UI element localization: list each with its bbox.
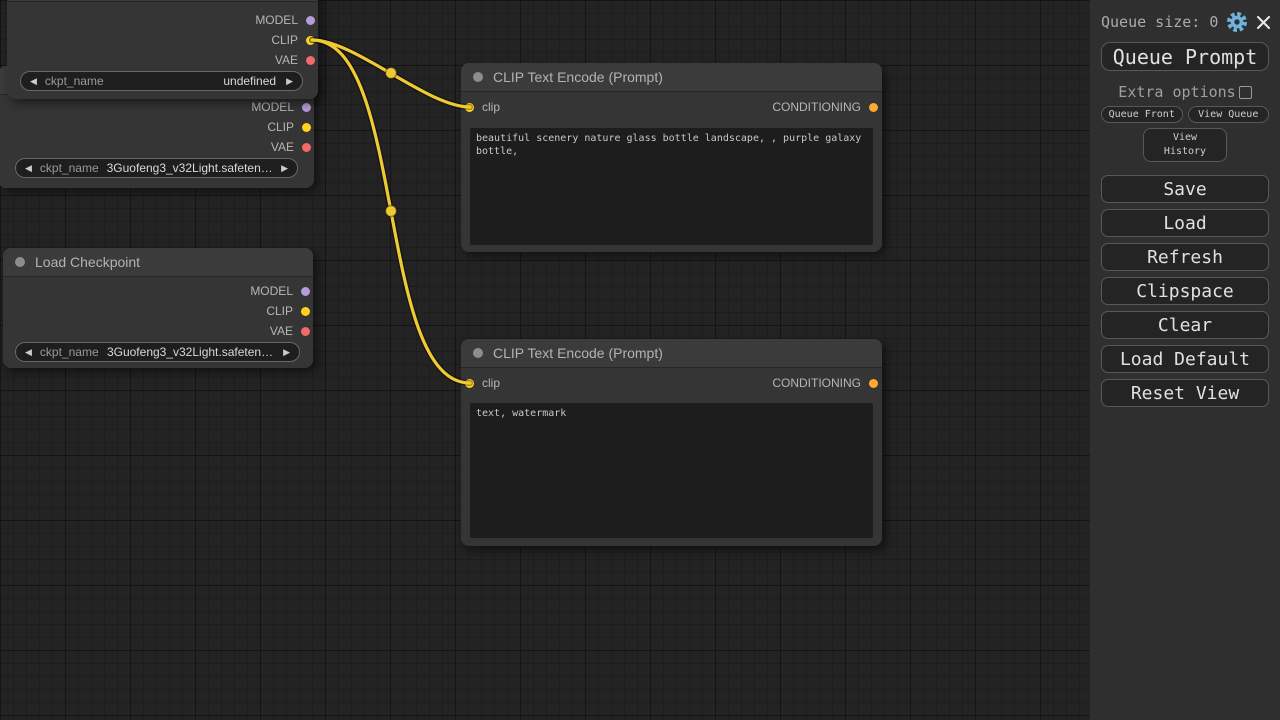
output-slot-clip[interactable]: CLIP [7,30,318,50]
clip-output-dot[interactable] [306,36,315,45]
vae-output-dot[interactable] [302,143,311,152]
output-slot-vae[interactable]: VAE [3,321,313,341]
prompt-textarea[interactable]: text, watermark [470,403,873,538]
output-slot-model[interactable]: MODEL [7,10,318,30]
node-title-bar[interactable]: Load Checkpoint [3,248,313,277]
clip-output-dot[interactable] [301,307,310,316]
combo-left-arrow-icon[interactable]: ◀ [30,77,37,86]
view-queue-button[interactable]: View Queue [1188,106,1270,123]
load-button[interactable]: Load [1101,209,1269,237]
node-load-checkpoint-1[interactable]: MODEL CLIP VAE ◀ ckpt_name undefined ▶ [7,0,318,99]
conditioning-output-dot[interactable] [869,103,878,112]
collapse-dot-icon[interactable] [473,72,483,82]
prompt-textarea[interactable]: beautiful scenery nature glass bottle la… [470,128,873,245]
combo-right-arrow-icon[interactable]: ▶ [286,77,293,86]
input-slot-clip[interactable]: clip [465,376,500,390]
queue-prompt-button[interactable]: Queue Prompt [1101,42,1269,71]
save-button[interactable]: Save [1101,175,1269,203]
combo-left-arrow-icon[interactable]: ◀ [25,348,32,357]
clip-input-dot[interactable] [465,103,474,112]
output-slot-clip[interactable]: CLIP [0,117,314,137]
extra-options-checkbox[interactable] [1239,86,1252,99]
clipspace-button[interactable]: Clipspace [1101,277,1269,305]
node-title-bar[interactable] [7,0,318,2]
vae-output-dot[interactable] [306,56,315,65]
output-slot-vae[interactable]: VAE [7,50,318,70]
close-icon[interactable] [1256,15,1271,30]
ckpt-name-combo-widget[interactable]: ◀ ckpt_name 3Guofeng3_v32Light.safeten… … [15,342,300,362]
clear-button[interactable]: Clear [1101,311,1269,339]
model-output-dot[interactable] [301,287,310,296]
combo-right-arrow-icon[interactable]: ▶ [281,164,288,173]
reset-view-button[interactable]: Reset View [1101,379,1269,407]
queue-front-button[interactable]: Queue Front [1101,106,1183,123]
model-output-dot[interactable] [302,103,311,112]
node-clip-text-encode-positive[interactable]: CLIP Text Encode (Prompt) clip CONDITION… [461,63,882,252]
output-slot-conditioning[interactable]: CONDITIONING [772,376,878,390]
node-load-checkpoint-3[interactable]: Load Checkpoint MODEL CLIP VAE ◀ ckpt_na… [3,248,313,368]
output-slot-model[interactable]: MODEL [3,281,313,301]
view-history-button[interactable]: View History [1143,128,1227,162]
output-slot-vae[interactable]: VAE [0,137,314,157]
settings-gear-icon[interactable] [1226,11,1248,33]
output-slot-model[interactable]: MODEL [0,97,314,117]
node-title-bar[interactable]: CLIP Text Encode (Prompt) [461,339,882,368]
output-slot-conditioning[interactable]: CONDITIONING [772,100,878,114]
collapse-dot-icon[interactable] [15,257,25,267]
node-title-bar[interactable]: CLIP Text Encode (Prompt) [461,63,882,92]
queue-size-label: Queue size: 0 [1101,13,1218,31]
ckpt-name-combo-widget[interactable]: ◀ ckpt_name 3Guofeng3_v32Light.safeten… … [15,158,298,178]
clip-input-dot[interactable] [465,379,474,388]
vae-output-dot[interactable] [301,327,310,336]
collapse-dot-icon[interactable] [473,348,483,358]
extra-options-label: Extra options [1118,83,1235,101]
model-output-dot[interactable] [306,16,315,25]
combo-right-arrow-icon[interactable]: ▶ [283,348,290,357]
comfy-menu-panel: Queue size: 0 Queue Prompt Extra options… [1090,0,1280,720]
refresh-button[interactable]: Refresh [1101,243,1269,271]
node-clip-text-encode-negative[interactable]: CLIP Text Encode (Prompt) clip CONDITION… [461,339,882,546]
conditioning-output-dot[interactable] [869,379,878,388]
clip-output-dot[interactable] [302,123,311,132]
ckpt-name-combo-widget[interactable]: ◀ ckpt_name undefined ▶ [20,71,303,91]
combo-left-arrow-icon[interactable]: ◀ [25,164,32,173]
load-default-button[interactable]: Load Default [1101,345,1269,373]
comfyui-window: MODEL CLIP VAE ◀ ckpt_name 3Guofeng3_v32… [0,0,1280,720]
input-slot-clip[interactable]: clip [465,100,500,114]
output-slot-clip[interactable]: CLIP [3,301,313,321]
